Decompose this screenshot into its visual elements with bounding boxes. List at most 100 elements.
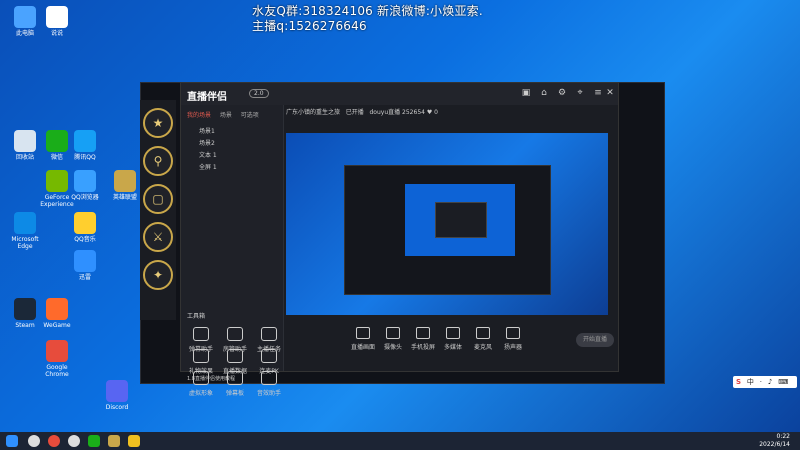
start-icon[interactable] <box>6 435 18 447</box>
app-icon <box>14 298 36 320</box>
ime-toolbar[interactable]: S 中 · ♪ ⌨ <box>733 376 797 388</box>
app-icon <box>46 170 68 192</box>
lol-sword-icon[interactable]: ⚔ <box>143 222 173 252</box>
qq-icon[interactable] <box>68 435 80 447</box>
source-icon <box>356 327 370 339</box>
app-icon <box>46 130 68 152</box>
source-button[interactable]: 麦克风 <box>466 327 500 351</box>
desktop-icon-label: Google Chrome <box>45 364 69 378</box>
folder-icon[interactable] <box>128 435 140 447</box>
desktop-icon[interactable]: QQ音乐 <box>68 212 102 243</box>
lol-home-icon[interactable]: ★ <box>143 108 173 138</box>
app-icon <box>106 380 128 402</box>
toolbox-title: 工具箱 <box>187 313 206 320</box>
chrome-icon[interactable] <box>48 435 60 447</box>
lol-square-icon[interactable]: ▢ <box>143 184 173 214</box>
ime-keyboard-icon[interactable]: ⌨ <box>778 376 788 388</box>
streaming-app-window: 直播伴侣 2.0 ▣ ⌂ ⚙ ⌖ ≡ ✕ 我的场景 场景 可选项 场景1 场景2… <box>180 82 619 397</box>
close-icon[interactable]: ✕ <box>605 88 615 98</box>
tool-button[interactable]: 音效助手 <box>253 371 285 397</box>
desktop-icon[interactable]: 腾讯QQ <box>68 130 102 161</box>
desktop-icon[interactable]: 迅雷 <box>68 250 102 281</box>
source-label: 多媒体 <box>443 344 462 351</box>
scene-item[interactable]: 场景2 <box>181 138 283 150</box>
nested-preview-window-2 <box>435 202 487 238</box>
desktop-icon[interactable]: 英雄联盟 <box>108 170 142 201</box>
source-icon <box>416 327 430 339</box>
desktop-icon-label: 迅雷 <box>78 274 91 281</box>
app-icon <box>46 340 68 362</box>
search-icon[interactable] <box>28 435 40 447</box>
nested-preview-screen <box>405 184 515 256</box>
stream-title[interactable]: 广东小镇的重生之旅 <box>286 109 340 116</box>
tab-my-scenes[interactable]: 我的场景 <box>187 110 211 119</box>
taskbar: 0:22 2022/6/14 <box>0 432 800 450</box>
source-button[interactable]: 直播画面 <box>346 327 380 351</box>
ime-punct-icon[interactable]: · <box>760 376 762 388</box>
app-icon <box>74 212 96 234</box>
ime-mic-icon[interactable]: ♪ <box>768 376 772 388</box>
desktop-icon[interactable]: Steam <box>8 298 42 329</box>
desktop-icon[interactable]: GeForce Experience <box>40 170 74 208</box>
source-label: 直播画面 <box>350 344 375 351</box>
desktop-icon-label: 回收站 <box>15 154 34 161</box>
scene-panel: 我的场景 场景 可选项 场景1 场景2 文本 1 全屏 1 工具箱 弹幕助手 房管… <box>181 105 284 397</box>
overlay-streamer-qq-text: 主播q:1526276646 <box>252 19 367 33</box>
tool-label: 弹幕板 <box>225 390 244 397</box>
tool-icon <box>193 349 209 363</box>
ime-mode-icon[interactable]: 中 <box>747 376 754 388</box>
desktop-icon[interactable]: 说说 <box>40 6 74 37</box>
lol-grass-icon[interactable]: ⚲ <box>143 146 173 176</box>
app-icon <box>14 6 36 28</box>
tutorial-notice[interactable]: 1.8直播伴侣使用教程 <box>187 375 235 382</box>
desktop-icon[interactable]: WeGame <box>40 298 74 329</box>
desktop-icon-label: 说说 <box>50 30 63 37</box>
app-icon <box>74 250 96 272</box>
desktop-icon-label: GeForce Experience <box>40 194 74 208</box>
app-icon <box>74 170 96 192</box>
app-icon <box>46 298 68 320</box>
source-button[interactable]: 多媒体 <box>436 327 470 351</box>
lol-emblem-icon[interactable]: ✦ <box>143 260 173 290</box>
app-icon <box>14 130 36 152</box>
source-button[interactable]: 手机投屏 <box>406 327 440 351</box>
desktop-icon[interactable]: 此电脑 <box>8 6 42 37</box>
nested-preview-window <box>344 165 551 295</box>
wechat-icon[interactable] <box>88 435 100 447</box>
desktop-icon-label: QQ音乐 <box>74 236 96 243</box>
menu-icon[interactable]: ≡ <box>593 88 603 98</box>
desktop-icon[interactable]: Google Chrome <box>40 340 74 378</box>
share-icon[interactable]: ⌖ <box>575 88 585 98</box>
scene-item[interactable]: 全屏 1 <box>181 162 283 174</box>
desktop-icon[interactable]: Microsoft Edge <box>8 212 42 250</box>
source-label: 扬声器 <box>503 344 522 351</box>
desktop-icon[interactable]: 回收站 <box>8 130 42 161</box>
desktop-icon-label: Microsoft Edge <box>11 236 39 250</box>
stream-preview[interactable] <box>286 133 608 315</box>
desktop-icon-label: 腾讯QQ <box>74 154 96 161</box>
tab-options[interactable]: 可选项 <box>241 110 259 119</box>
scene-item[interactable]: 场景1 <box>181 126 283 138</box>
stream-info: douyu直播 252654 ♥ 0 <box>369 109 438 116</box>
version-badge: 2.0 <box>249 89 269 98</box>
desktop-icon-label: 英雄联盟 <box>112 194 137 201</box>
tab-scenes[interactable]: 场景 <box>220 110 232 119</box>
source-toolbar: 直播画面 摄像头 手机投屏 多媒体 麦克风 扬声器 开始直播 <box>286 321 614 361</box>
tool-icon <box>261 349 277 363</box>
gift-icon[interactable]: ▣ <box>521 88 531 98</box>
scene-item[interactable]: 文本 1 <box>181 150 283 162</box>
source-button[interactable]: 扬声器 <box>496 327 530 351</box>
clock[interactable]: 0:22 2022/6/14 <box>759 433 790 449</box>
desktop-icon-label: Discord <box>105 404 129 411</box>
source-button[interactable]: 摄像头 <box>376 327 410 351</box>
desktop-icon-label: WeGame <box>43 322 71 329</box>
desktop-icon[interactable]: Discord <box>100 380 134 411</box>
go-live-button[interactable]: 开始直播 <box>576 333 614 347</box>
tool-label: 音效助手 <box>256 390 281 397</box>
lol-icon[interactable] <box>108 435 120 447</box>
source-icon <box>506 327 520 339</box>
game-client-sidebar: ★ ⚲ ▢ ⚔ ✦ <box>140 100 176 320</box>
settings-icon[interactable]: ⚙ <box>557 88 567 98</box>
lock-icon[interactable]: ⌂ <box>539 88 549 98</box>
source-icon <box>386 327 400 339</box>
